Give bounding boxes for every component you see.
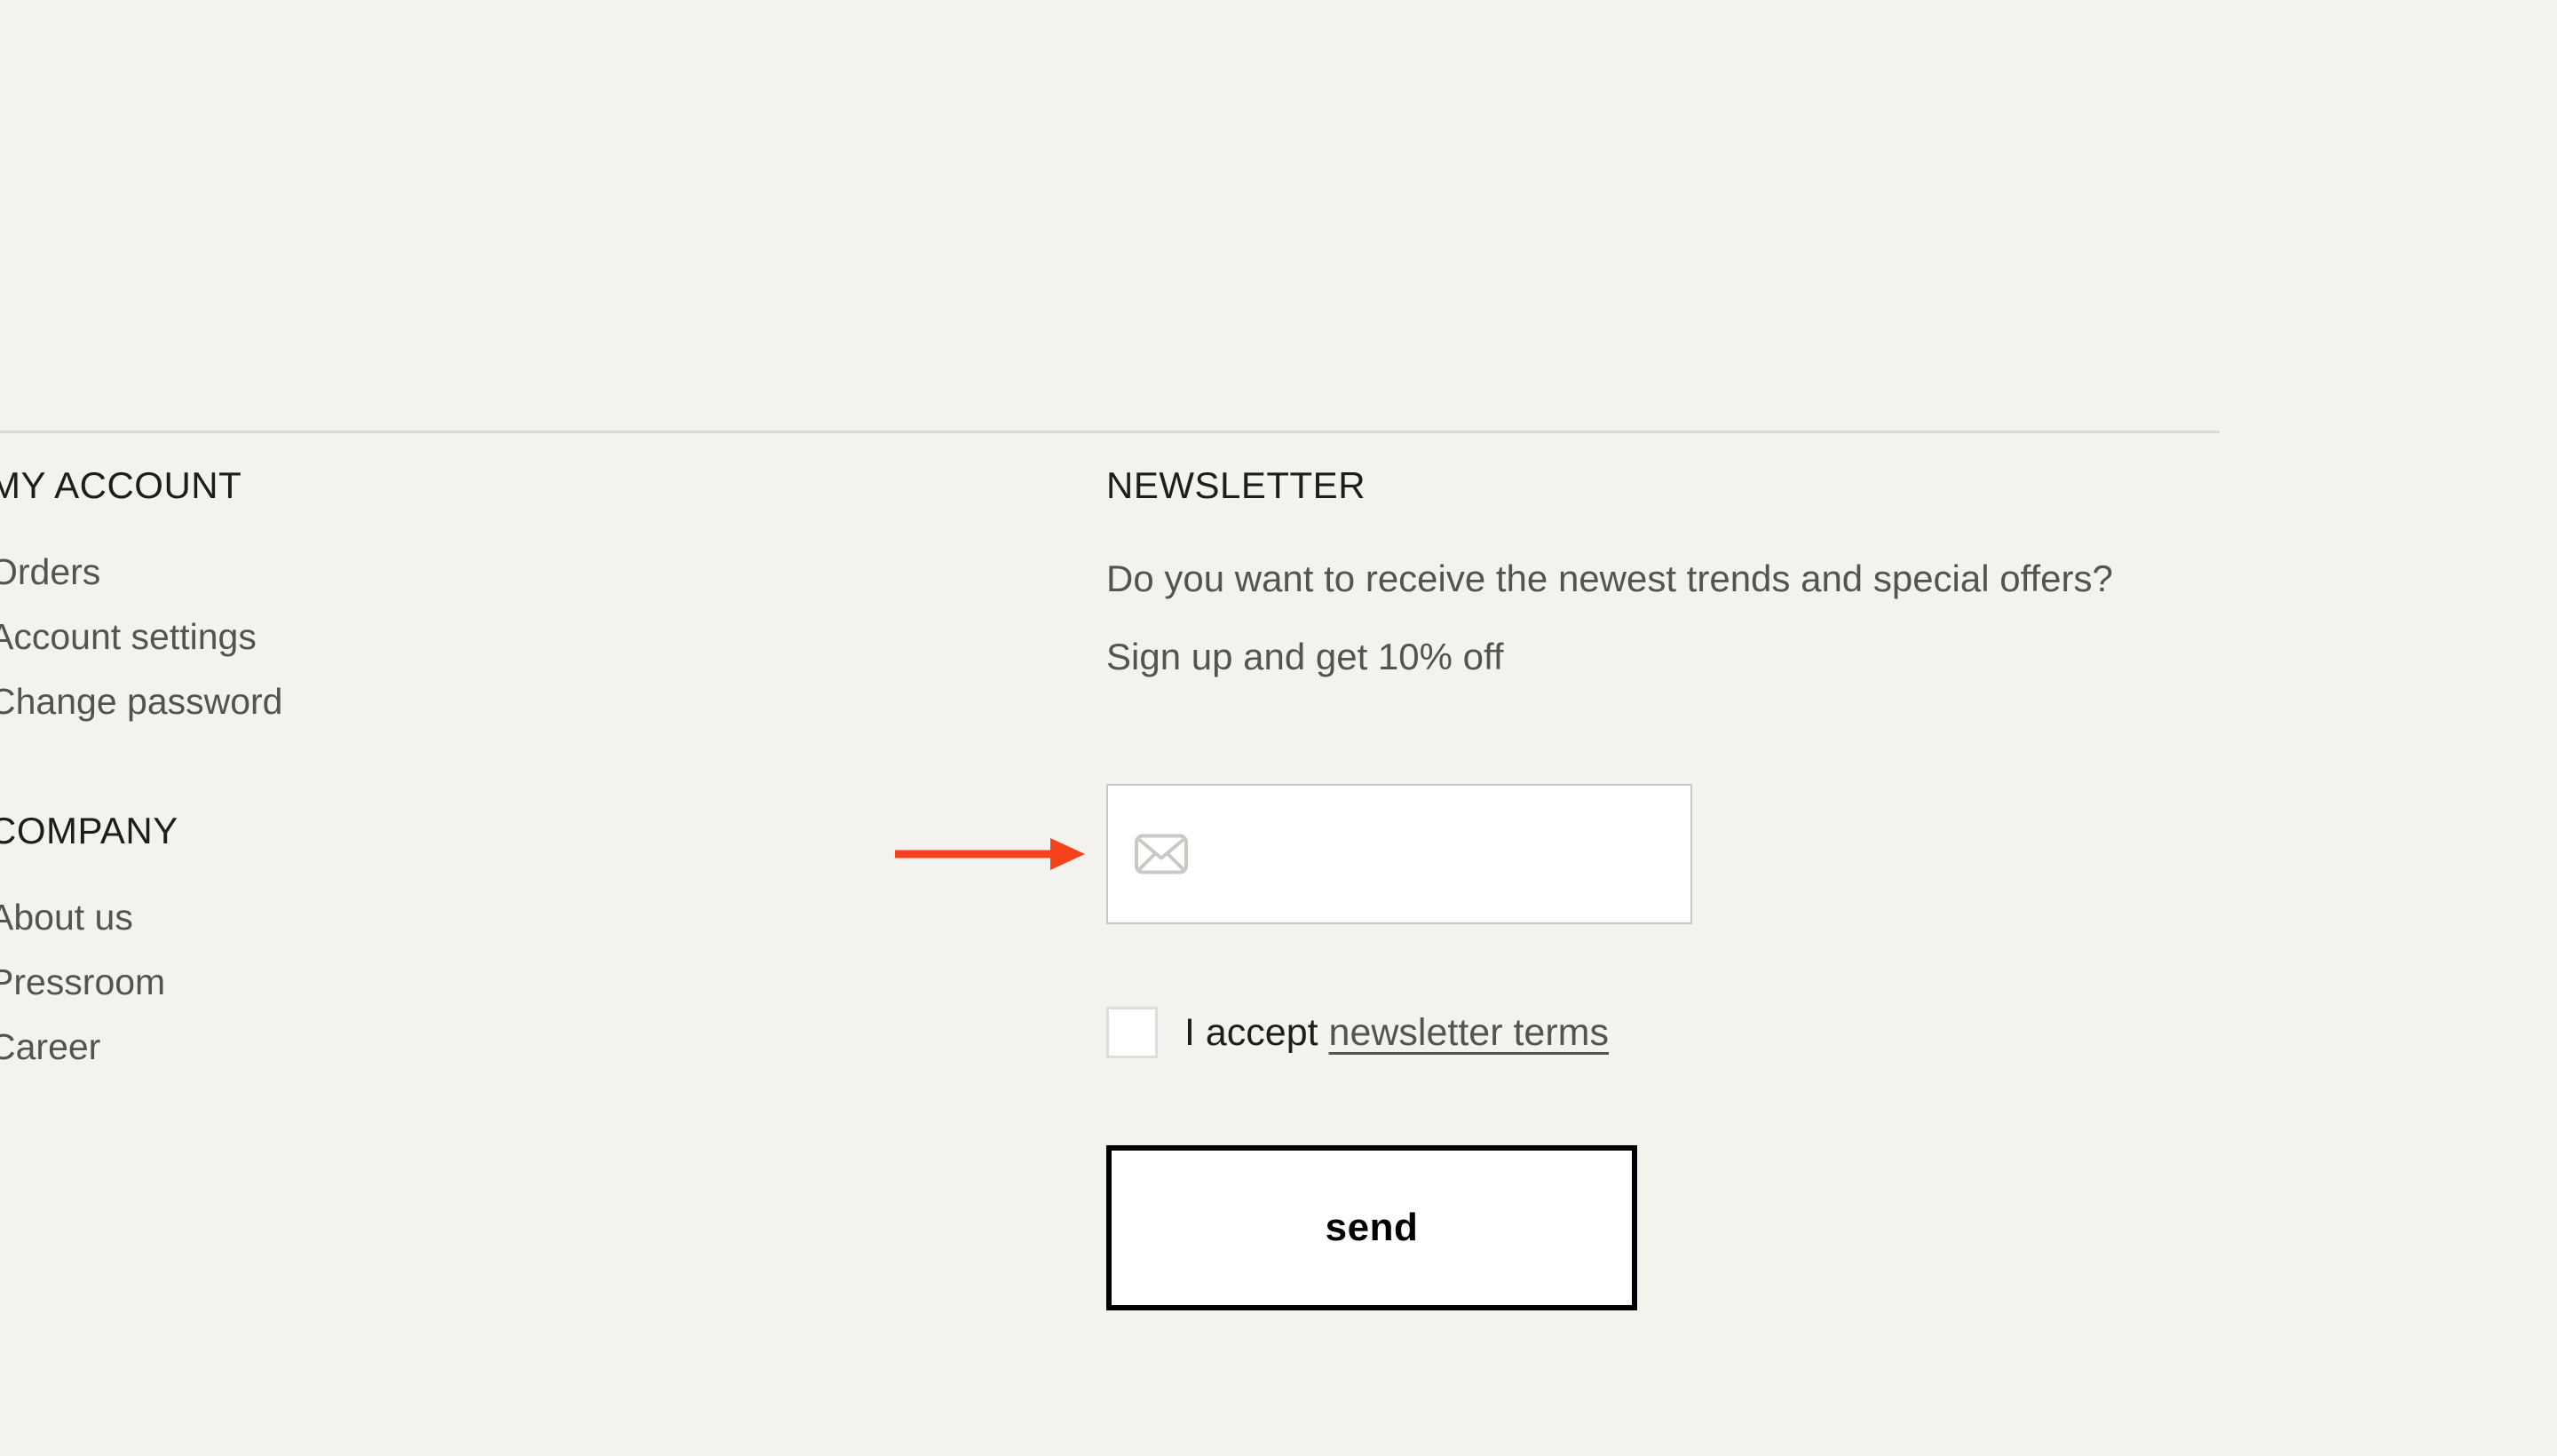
footer-link-pressroom[interactable]: Pressroom	[0, 950, 1055, 1015]
list-item: Career	[0, 1015, 1055, 1080]
list-item: Pressroom	[0, 950, 1055, 1015]
footer-link-about-us[interactable]: About us	[0, 885, 1055, 950]
footer-column-newsletter: NEWSLETTER Do you want to receive the ne…	[1106, 462, 2225, 1310]
page-root: MY ACCOUNT Orders Account settings Chang…	[0, 0, 2557, 1456]
footer-link-account-settings[interactable]: Account settings	[0, 605, 1055, 669]
newsletter-email-input[interactable]	[1106, 784, 1692, 924]
list-item: Account settings	[0, 605, 1055, 669]
footer-link-change-password[interactable]: Change password	[0, 669, 1055, 734]
newsletter-heading: NEWSLETTER	[1106, 464, 1366, 506]
list-item: Orders	[0, 540, 1055, 605]
footer-column-account: MY ACCOUNT Orders Account settings Chang…	[0, 462, 1055, 1080]
newsletter-accept-row: I accept newsletter terms	[1106, 1006, 1609, 1059]
envelope-icon	[1135, 834, 1188, 874]
newsletter-description: Do you want to receive the newest trends…	[1106, 558, 2113, 677]
footer-link-career[interactable]: Career	[0, 1015, 1055, 1080]
footer-divider	[0, 431, 2220, 433]
newsletter-terms-checkbox[interactable]	[1106, 1007, 1158, 1058]
newsletter-send-button[interactable]: send	[1106, 1145, 1637, 1310]
company-block: COMPANY About us Pressroom Career	[0, 807, 1055, 1080]
footer-link-orders[interactable]: Orders	[0, 540, 1055, 605]
list-item: Change password	[0, 669, 1055, 734]
list-item: About us	[0, 885, 1055, 950]
my-account-heading: MY ACCOUNT	[0, 464, 242, 506]
newsletter-accept-label: I accept newsletter terms	[1184, 1010, 1609, 1055]
newsletter-terms-link[interactable]: newsletter terms	[1329, 1011, 1609, 1054]
my-account-block: MY ACCOUNT Orders Account settings Chang…	[0, 462, 1055, 734]
page-content-area	[0, 0, 2557, 431]
accept-prefix-label: I accept	[1184, 1011, 1318, 1054]
company-heading: COMPANY	[0, 810, 178, 851]
my-account-link-list: Orders Account settings Change password	[0, 540, 1055, 734]
company-link-list: About us Pressroom Career	[0, 885, 1055, 1080]
